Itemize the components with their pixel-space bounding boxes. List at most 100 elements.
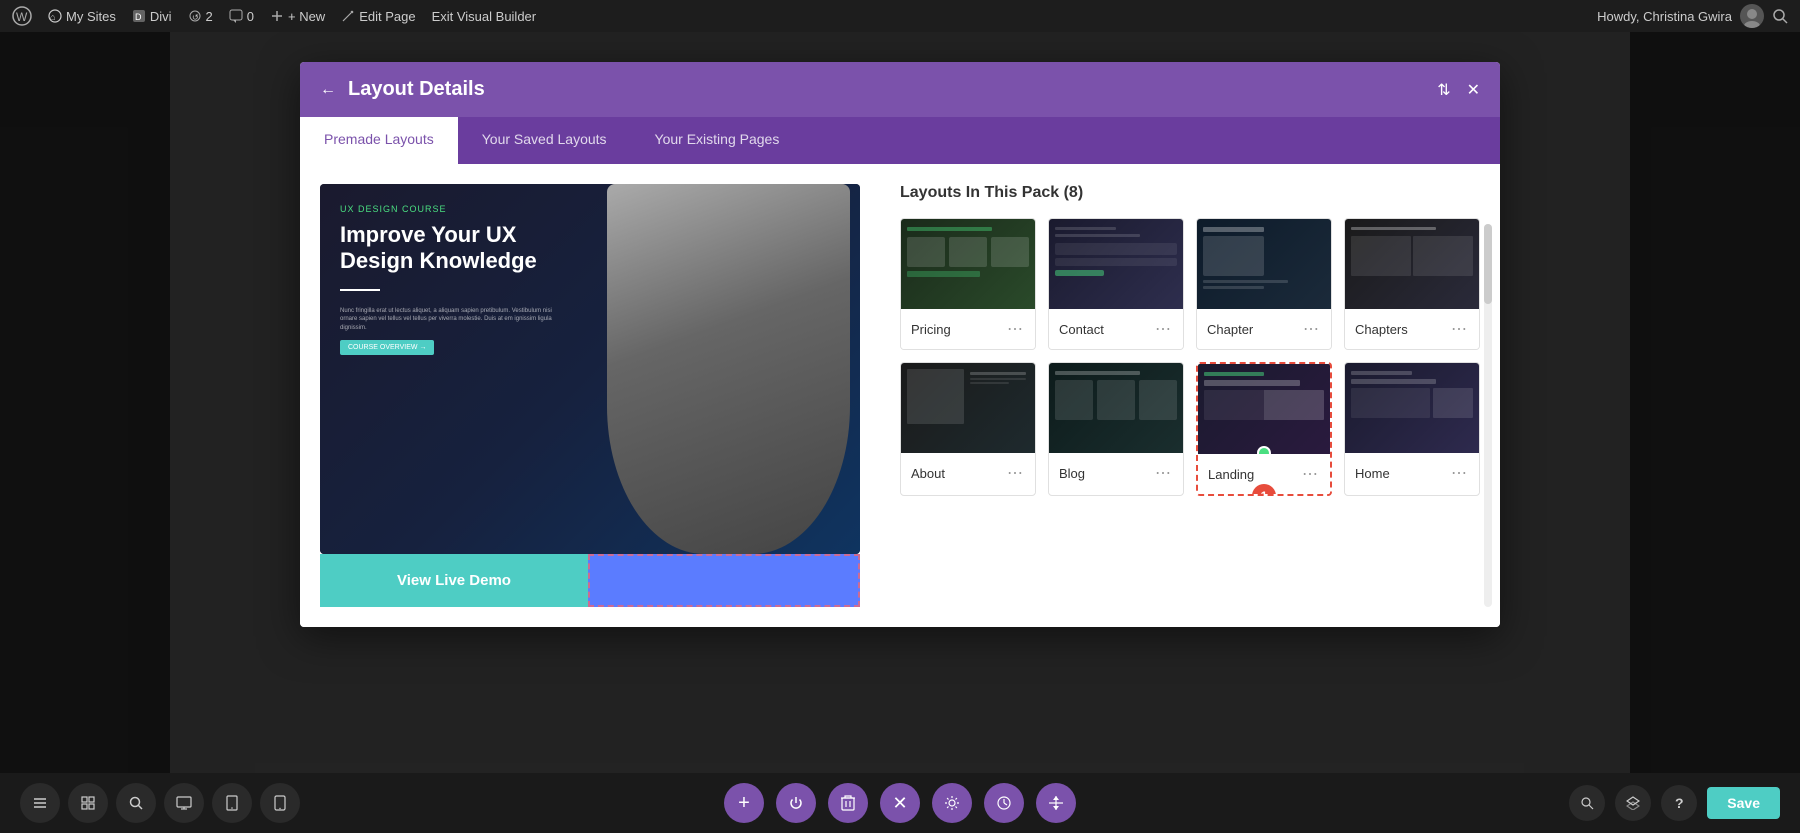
page-background: ← Layout Details ⇅ ✕ Premade Layouts You… [0, 32, 1800, 833]
close-icon[interactable]: ✕ [1467, 80, 1480, 100]
layout-card-landing[interactable]: Landing ⋯ 1 [1196, 362, 1332, 496]
divi-menu[interactable]: D Divi [132, 9, 172, 24]
howdy-text: Howdy, Christina Gwira [1597, 9, 1732, 24]
preview-body-text: Nunc fringilla erat ut lectus aliquet, a… [340, 307, 570, 332]
selected-dot [1257, 446, 1271, 454]
svg-text:⌂: ⌂ [50, 12, 55, 22]
preview-actions: View Live Demo [320, 554, 860, 607]
save-button[interactable]: Save [1707, 787, 1780, 819]
layout-footer-blog: Blog ⋯ [1049, 453, 1183, 493]
close-button[interactable]: ✕ [880, 783, 920, 823]
settings-button[interactable] [932, 783, 972, 823]
modal-header: ← Layout Details ⇅ ✕ [300, 62, 1500, 117]
tab-premade-layouts[interactable]: Premade Layouts [300, 117, 458, 164]
svg-text:↺: ↺ [192, 13, 199, 22]
layout-name-about: About [911, 466, 945, 481]
edit-page-label: Edit Page [359, 9, 415, 24]
new-menu[interactable]: + New [270, 9, 325, 24]
layout-name-pricing: Pricing [911, 322, 951, 337]
layout-menu-chapters[interactable]: ⋯ [1449, 317, 1469, 341]
divi-label: Divi [150, 9, 172, 24]
preview-image: UX DESIGN COURSE ✦ ✦ Improve Your UX Des… [320, 184, 860, 554]
svg-text:D: D [135, 12, 142, 22]
search-button[interactable] [116, 783, 156, 823]
back-icon[interactable]: ← [320, 81, 336, 99]
search-icon[interactable] [1772, 8, 1788, 24]
layout-thumb-chapter [1197, 219, 1331, 309]
layout-footer-contact: Contact ⋯ [1049, 309, 1183, 349]
layout-card-contact[interactable]: Contact ⋯ [1048, 218, 1184, 350]
layout-thumb-pricing [901, 219, 1035, 309]
layout-footer-chapter: Chapter ⋯ [1197, 309, 1331, 349]
wp-logo[interactable]: W [12, 6, 32, 26]
layout-menu-contact[interactable]: ⋯ [1153, 317, 1173, 341]
use-this-layout-button[interactable] [588, 554, 860, 607]
modal-title: Layout Details [348, 78, 485, 101]
avatar [1740, 4, 1764, 28]
layout-menu-blog[interactable]: ⋯ [1153, 461, 1173, 485]
layout-footer-about: About ⋯ [901, 453, 1035, 493]
layout-card-blog[interactable]: Blog ⋯ [1048, 362, 1184, 496]
layout-footer-pricing: Pricing ⋯ [901, 309, 1035, 349]
layout-menu-pricing[interactable]: ⋯ [1005, 317, 1025, 341]
layout-name-chapters: Chapters [1355, 322, 1408, 337]
help-tool-button[interactable]: ? [1661, 785, 1697, 821]
layout-details-modal: ← Layout Details ⇅ ✕ Premade Layouts You… [300, 62, 1500, 627]
layout-menu-about[interactable]: ⋯ [1005, 461, 1025, 485]
comments-menu[interactable]: 0 [229, 9, 254, 24]
layout-card-chapter[interactable]: Chapter ⋯ [1196, 218, 1332, 350]
scrollbar-track[interactable] [1484, 224, 1492, 607]
toolbar-right: ? Save [1569, 785, 1780, 821]
scrollbar-thumb[interactable] [1484, 224, 1492, 304]
resize-button[interactable] [1036, 783, 1076, 823]
layout-thumb-contact [1049, 219, 1183, 309]
layout-menu-chapter[interactable]: ⋯ [1301, 317, 1321, 341]
tablet-view-button[interactable] [212, 783, 252, 823]
layout-name-contact: Contact [1059, 322, 1104, 337]
layout-thumb-home [1345, 363, 1479, 453]
edit-page-btn[interactable]: Edit Page [341, 9, 415, 24]
mobile-view-button[interactable] [260, 783, 300, 823]
tab-existing-pages[interactable]: Your Existing Pages [631, 117, 804, 164]
layout-thumb-chapters [1345, 219, 1479, 309]
delete-button[interactable] [828, 783, 868, 823]
layout-menu-landing[interactable]: ⋯ [1300, 462, 1320, 486]
preview-heading: Improve Your UX Design Knowledge [340, 222, 590, 275]
comments-count: 0 [247, 9, 254, 24]
view-live-demo-button[interactable]: View Live Demo [320, 554, 588, 607]
exit-builder-label: Exit Visual Builder [432, 9, 537, 24]
menu-button[interactable] [20, 783, 60, 823]
layout-card-chapters[interactable]: Chapters ⋯ [1344, 218, 1480, 350]
layout-menu-home[interactable]: ⋯ [1449, 461, 1469, 485]
history-button[interactable] [984, 783, 1024, 823]
desktop-view-button[interactable] [164, 783, 204, 823]
modal-tabs: Premade Layouts Your Saved Layouts Your … [300, 117, 1500, 164]
layout-name-home: Home [1355, 466, 1390, 481]
layouts-grid: Pricing ⋯ [900, 218, 1480, 496]
layout-name-chapter: Chapter [1207, 322, 1253, 337]
grid-button[interactable] [68, 783, 108, 823]
my-sites-menu[interactable]: ⌂ My Sites [48, 9, 116, 24]
layout-card-home[interactable]: Home ⋯ [1344, 362, 1480, 496]
add-element-button[interactable]: + [724, 783, 764, 823]
layout-card-pricing[interactable]: Pricing ⋯ [900, 218, 1036, 350]
exit-builder-btn[interactable]: Exit Visual Builder [432, 9, 537, 24]
layers-tool-button[interactable] [1615, 785, 1651, 821]
layout-thumb-landing [1198, 364, 1330, 454]
search-tool-button[interactable] [1569, 785, 1605, 821]
svg-text:W: W [16, 10, 28, 24]
toolbar-left [20, 783, 300, 823]
my-sites-label: My Sites [66, 9, 116, 24]
course-overview-btn: COURSE OVERVIEW → [340, 340, 434, 355]
layout-thumb-blog [1049, 363, 1183, 453]
sort-icon[interactable]: ⇅ [1437, 80, 1450, 100]
layout-card-about[interactable]: About ⋯ [900, 362, 1036, 496]
revisions-menu[interactable]: ↺ 2 [188, 9, 213, 24]
layout-name-blog: Blog [1059, 466, 1085, 481]
new-label: + New [288, 9, 325, 24]
layouts-title: Layouts In This Pack (8) [900, 184, 1480, 202]
modal-header-left: ← Layout Details [320, 78, 485, 101]
power-button[interactable] [776, 783, 816, 823]
bottom-toolbar: + ✕ ? Save [0, 773, 1800, 833]
tab-saved-layouts[interactable]: Your Saved Layouts [458, 117, 631, 164]
